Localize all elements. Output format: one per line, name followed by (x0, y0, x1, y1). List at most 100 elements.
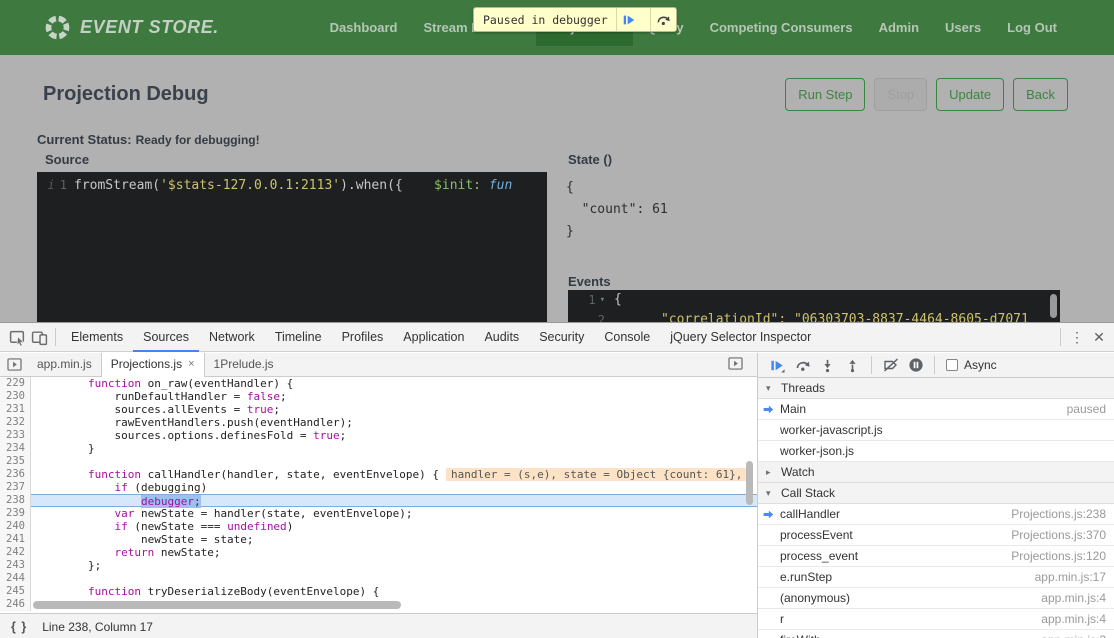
page-content: Projection Debug Run Step Stop Update Ba… (0, 55, 1114, 322)
thread-row-worker-javascript-js[interactable]: worker-javascript.js (758, 420, 1114, 441)
thread-label: worker-json.js (780, 444, 1106, 458)
resume-script-button[interactable] (766, 354, 789, 376)
tooltip-resume-button[interactable] (617, 8, 642, 31)
call-stack-frame-e-runstep[interactable]: e.runStepapp.min.js:17 (758, 567, 1114, 588)
async-label: Async (964, 358, 997, 372)
call-stack-section: callHandlerProjections.js:238processEven… (758, 504, 1114, 638)
checkbox[interactable] (946, 359, 958, 371)
devtools-tab-profiles[interactable]: Profiles (332, 323, 394, 352)
thread-row-worker-json-js[interactable]: worker-json.js (758, 441, 1114, 462)
line-number[interactable]: 235 (0, 455, 31, 468)
call-stack-frame-r[interactable]: rapp.min.js:4 (758, 609, 1114, 630)
devtools-tab-jquery-selector-inspector[interactable]: jQuery Selector Inspector (660, 323, 821, 352)
devtools-menu-icon[interactable]: ⋮ (1066, 329, 1088, 346)
fold-arrow-icon[interactable]: ▾ (600, 290, 605, 310)
devtools-toolbar: ElementsSourcesNetworkTimelineProfilesAp… (0, 323, 1114, 352)
line-number[interactable]: 230 (0, 390, 31, 403)
page-title: Projection Debug (43, 83, 209, 106)
call-stack-frame-process-event[interactable]: process_eventProjections.js:120 (758, 546, 1114, 567)
line-number[interactable]: 246 (0, 598, 31, 611)
device-toolbar-icon[interactable] (28, 326, 50, 348)
nav-item-competing-consumers[interactable]: Competing Consumers (697, 9, 866, 46)
devtools-tab-console[interactable]: Console (594, 323, 660, 352)
devtools-close-icon[interactable]: ✕ (1088, 329, 1110, 346)
deactivate-breakpoints-button[interactable] (879, 354, 902, 376)
line-number[interactable]: 229 (0, 377, 31, 390)
source-editor[interactable]: i1 fromStream('$stats-127.0.0.1:2113').w… (37, 172, 547, 322)
line-number[interactable]: 1▾ (568, 290, 614, 310)
step-into-button[interactable] (816, 354, 839, 376)
line-number[interactable]: 238 (0, 494, 31, 507)
line-number[interactable]: 241 (0, 533, 31, 546)
devtools-tab-application[interactable]: Application (393, 323, 474, 352)
pretty-print-icon[interactable]: { } (11, 620, 27, 634)
nav-item-admin[interactable]: Admin (866, 9, 932, 46)
events-editor[interactable]: 1▾{2 "correlationId": "06303703-8837-446… (568, 290, 1060, 322)
devtools-tab-timeline[interactable]: Timeline (265, 323, 332, 352)
devtools-tab-sources[interactable]: Sources (133, 323, 199, 352)
line-number[interactable]: 2 (568, 310, 614, 322)
call-stack-frame-firewith[interactable]: fireWithapp.min.js:3 (758, 630, 1114, 638)
state-section-label: State () (568, 152, 612, 167)
line-number[interactable]: 234 (0, 442, 31, 455)
frame-function: callHandler (780, 507, 1011, 521)
toggle-navigator-icon[interactable] (0, 353, 28, 376)
line-number[interactable]: 232 (0, 416, 31, 429)
call-stack-title: Call Stack (781, 486, 835, 500)
brand-logo[interactable]: EVENT STORE. (44, 14, 219, 41)
step-over-icon (656, 12, 671, 27)
line-number[interactable]: 244 (0, 572, 31, 585)
line-number[interactable]: 237 (0, 481, 31, 494)
threads-section: Mainpausedworker-javascript.js worker-jso… (758, 399, 1114, 462)
thread-row-main[interactable]: Mainpaused (758, 399, 1114, 420)
file-tab-1prelude-js[interactable]: 1Prelude.js (205, 353, 283, 377)
line-number[interactable]: 245 (0, 585, 31, 598)
line-number[interactable]: 242 (0, 546, 31, 559)
file-tab-projections-js[interactable]: Projections.js× (101, 353, 205, 377)
run-step-button[interactable]: Run Step (785, 78, 865, 111)
nav-item-log-out[interactable]: Log Out (994, 9, 1070, 46)
line-number[interactable]: 231 (0, 403, 31, 416)
threads-section-header[interactable]: ▾ Threads (758, 378, 1114, 399)
divider (1060, 328, 1061, 346)
code-editor[interactable]: 229 function on_raw(eventHandler) {230 r… (0, 377, 757, 613)
nav-item-users[interactable]: Users (932, 9, 994, 46)
tooltip-step-over-button[interactable] (651, 8, 676, 31)
devtools-panel: ElementsSourcesNetworkTimelineProfilesAp… (0, 322, 1114, 638)
file-tab-app-min-js[interactable]: app.min.js (28, 353, 101, 377)
inspect-element-icon[interactable] (6, 326, 28, 348)
line-number[interactable]: 240 (0, 520, 31, 533)
thread-status: paused (1067, 402, 1106, 416)
async-checkbox[interactable]: Async (946, 358, 997, 372)
line-number[interactable]: 239 (0, 507, 31, 520)
pause-on-exceptions-button[interactable] (904, 354, 927, 376)
call-stack-section-header[interactable]: ▾ Call Stack (758, 483, 1114, 504)
call-stack-frame-callhandler[interactable]: callHandlerProjections.js:238 (758, 504, 1114, 525)
call-stack-frame-processevent[interactable]: processEventProjections.js:370 (758, 525, 1114, 546)
events-scrollbar[interactable] (1050, 294, 1057, 318)
line-number[interactable]: 243 (0, 559, 31, 572)
step-over-button[interactable] (791, 354, 814, 376)
line-number[interactable]: 236 (0, 468, 31, 481)
watch-section-header[interactable]: ▸ Watch (758, 462, 1114, 483)
back-button[interactable]: Back (1013, 78, 1068, 111)
frame-function: (anonymous) (780, 591, 1041, 605)
code-vertical-scrollbar[interactable] (746, 461, 753, 505)
update-button[interactable]: Update (936, 78, 1004, 111)
devtools-tab-security[interactable]: Security (529, 323, 594, 352)
devtools-tab-network[interactable]: Network (199, 323, 265, 352)
debugger-sidebar: Async ▾ Threads Mainpausedworker-javascr… (757, 353, 1114, 638)
code-line: 245 function tryDeserializeBody(eventEnv… (0, 585, 757, 598)
line-number-gutter[interactable]: i1 (37, 172, 74, 195)
events-section-label: Events (568, 274, 611, 289)
devtools-tab-audits[interactable]: Audits (474, 323, 529, 352)
step-out-button[interactable] (841, 354, 864, 376)
nav-item-dashboard[interactable]: Dashboard (317, 9, 411, 46)
devtools-tab-elements[interactable]: Elements (61, 323, 133, 352)
more-tabs-icon[interactable] (728, 357, 743, 370)
code-horizontal-scrollbar[interactable] (33, 601, 401, 609)
disclosure-triangle-icon: ▾ (766, 488, 775, 499)
call-stack-frame-anonymous[interactable]: (anonymous)app.min.js:4 (758, 588, 1114, 609)
close-tab-icon[interactable]: × (188, 353, 194, 376)
line-number[interactable]: 233 (0, 429, 31, 442)
